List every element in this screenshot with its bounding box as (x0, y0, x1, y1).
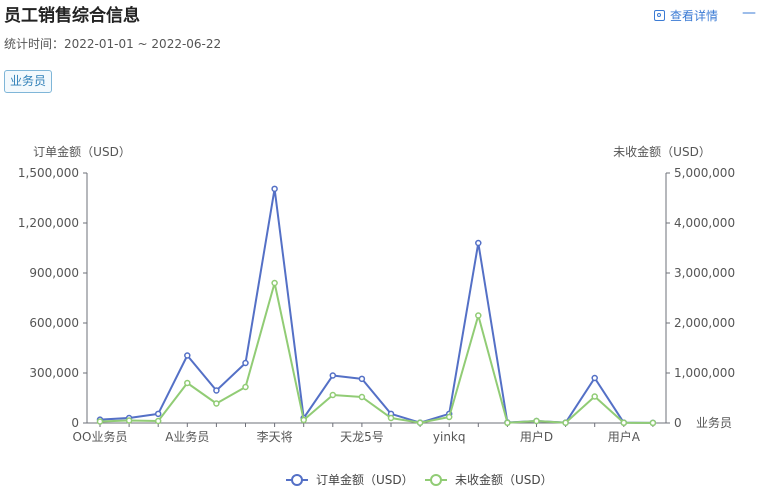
x-tick-label: 李天将 (257, 429, 293, 444)
y-right-axis-title: 未收金额（USD） (613, 144, 711, 159)
data-point-series-1 (213, 387, 220, 394)
data-point-series-2 (416, 419, 424, 426)
data-point-series-2 (591, 393, 598, 400)
data-point-series-2 (184, 379, 191, 387)
data-point-series-1 (475, 239, 482, 247)
data-point-series-2 (329, 391, 337, 399)
y-right-tick-label: 5,000,000 (674, 166, 735, 180)
data-point-series-2 (154, 417, 162, 425)
legend-label-2: 未收金额（USD） (455, 472, 553, 487)
y-right-tick-label: 2,000,000 (674, 316, 735, 330)
data-point-series-2 (96, 418, 104, 425)
data-point-series-2 (649, 419, 657, 427)
y-left-tick-label: 300,000 (29, 366, 79, 380)
data-point-series-2 (125, 417, 133, 424)
y-left-tick-label: 900,000 (29, 266, 79, 280)
data-point-series-2 (475, 312, 482, 319)
data-point-series-1 (154, 410, 162, 418)
y-right-tick-label: 4,000,000 (674, 216, 735, 230)
data-point-series-2 (271, 279, 278, 287)
data-point-series-2 (213, 400, 220, 407)
y-right-tick-label: 3,000,000 (674, 266, 735, 280)
data-point-series-2 (387, 414, 395, 422)
data-point-series-1 (358, 375, 366, 383)
legend-label-1: 订单金额（USD） (316, 472, 414, 487)
y-left-tick-label: 1,200,000 (18, 216, 79, 230)
data-point-series-2 (504, 419, 511, 427)
x-tick-label: A业务员 (165, 429, 209, 444)
data-point-series-1 (271, 185, 278, 193)
data-point-series-1 (591, 374, 598, 382)
data-point-series-2 (358, 393, 366, 401)
x-tick-label: 用户A (608, 429, 641, 444)
data-point-series-1 (184, 352, 191, 359)
x-tick-label: 用户D (520, 429, 553, 444)
y-left-tick-label: 1,500,000 (18, 166, 79, 180)
series-line-2 (99, 282, 653, 424)
legend-marker-2 (430, 474, 442, 486)
data-point-series-1 (329, 372, 337, 379)
legend-marker-1 (291, 474, 303, 486)
y-left-axis-title: 订单金额（USD） (33, 144, 131, 159)
line-chart: 0 300,000 600,000 900,000 1,200,000 1,500,000… (18, 144, 735, 487)
data-point-series-2 (445, 413, 453, 421)
data-point-series-2 (300, 416, 307, 424)
data-point-series-1 (242, 359, 249, 367)
y-right-tick-label: 1,000,000 (674, 366, 735, 380)
x-tick-label: 天龙5号 (340, 430, 384, 444)
x-tick-label: OO业务员 (73, 429, 128, 444)
x-tick-label: yinkq (433, 430, 466, 444)
x-axis-title: 业务员 (696, 415, 732, 430)
data-point-series-2 (562, 419, 569, 426)
data-point-series-2 (533, 417, 540, 425)
data-point-series-2 (242, 383, 249, 391)
data-point-series-2 (620, 419, 628, 427)
y-left-tick-label: 600,000 (29, 316, 79, 330)
y-right-tick-label: 0 (674, 416, 682, 430)
y-left-tick-label: 0 (71, 416, 79, 430)
